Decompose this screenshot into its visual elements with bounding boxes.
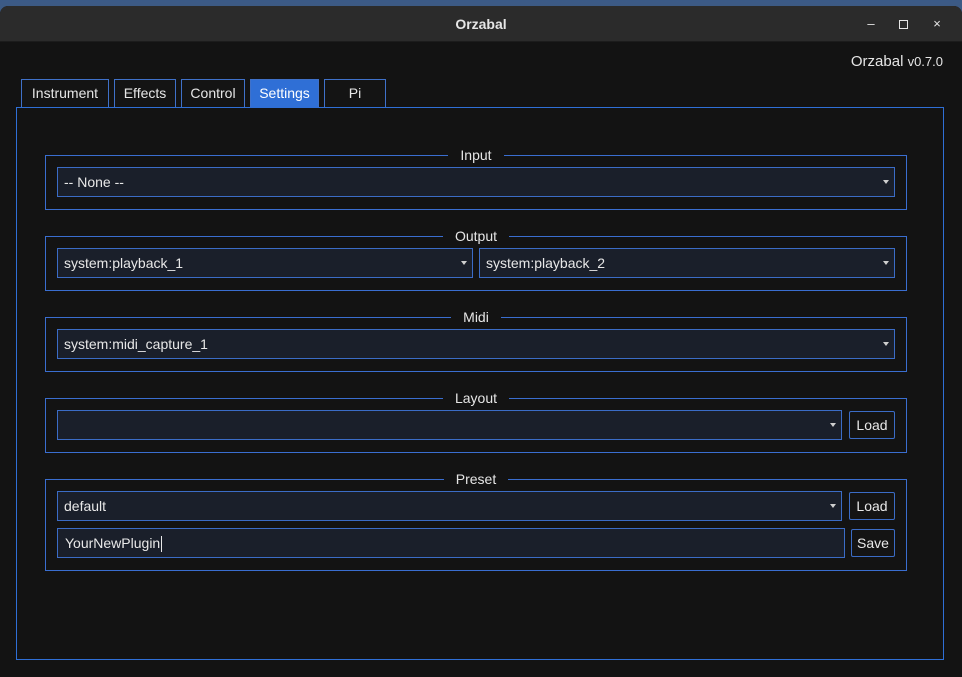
text-caret [161,536,163,553]
output-right-value: system:playback_2 [486,255,606,271]
chevron-down-icon [883,261,889,265]
version-number: v0.7.0 [907,54,943,69]
layout-load-button[interactable]: Load [849,411,895,439]
close-icon[interactable]: × [927,14,947,34]
input-group: Input -- None -- [45,145,907,210]
tab-pi[interactable]: Pi [324,79,386,107]
app-name: Orzabal [850,53,904,70]
preset-group: Preset default Load YourNewPlugin Save [45,469,907,571]
preset-save-button[interactable]: Save [851,529,895,557]
preset-group-title: Preset [443,469,509,489]
tab-control[interactable]: Control [181,79,245,107]
output-group: Output system:playback_1 system:playback… [45,226,907,291]
output-left-value: system:playback_1 [64,255,184,271]
input-select-value: -- None -- [64,174,124,190]
preset-name-value: YourNewPlugin [65,535,161,551]
midi-select-value: system:midi_capture_1 [64,336,208,352]
maximize-icon[interactable] [893,14,913,34]
tab-settings[interactable]: Settings [250,79,319,107]
layout-group: Layout Load [45,388,907,453]
minimize-icon[interactable]: – [861,14,881,34]
chevron-down-icon [883,342,889,346]
app-version-label: Orzabal v0.7.0 [851,53,943,70]
layout-select[interactable] [57,410,842,440]
tab-effects[interactable]: Effects [114,79,176,107]
preset-name-input[interactable]: YourNewPlugin [57,528,845,558]
window-title: Orzabal [455,16,507,32]
input-group-title: Input [448,145,504,165]
output-group-title: Output [442,226,510,246]
midi-group: Midi system:midi_capture_1 [45,307,907,372]
chevron-down-icon [830,504,836,508]
preset-select[interactable]: default [57,491,842,521]
chevron-down-icon [830,423,836,427]
input-select[interactable]: -- None -- [57,167,895,197]
app-window: Orzabal – × Orzabal v0.7.0 Instrument Ef… [0,6,962,677]
preset-select-value: default [64,498,107,514]
preset-load-button[interactable]: Load [849,492,895,520]
layout-group-title: Layout [442,388,510,408]
tab-instrument[interactable]: Instrument [21,79,109,107]
title-bar[interactable]: Orzabal – × [0,6,962,42]
settings-panel: Input -- None -- Output system:playback_… [16,107,944,660]
chevron-down-icon [883,180,889,184]
output-left-select[interactable]: system:playback_1 [57,248,473,278]
midi-select[interactable]: system:midi_capture_1 [57,329,895,359]
output-right-select[interactable]: system:playback_2 [479,248,895,278]
chevron-down-icon [461,261,467,265]
midi-group-title: Midi [451,307,501,327]
